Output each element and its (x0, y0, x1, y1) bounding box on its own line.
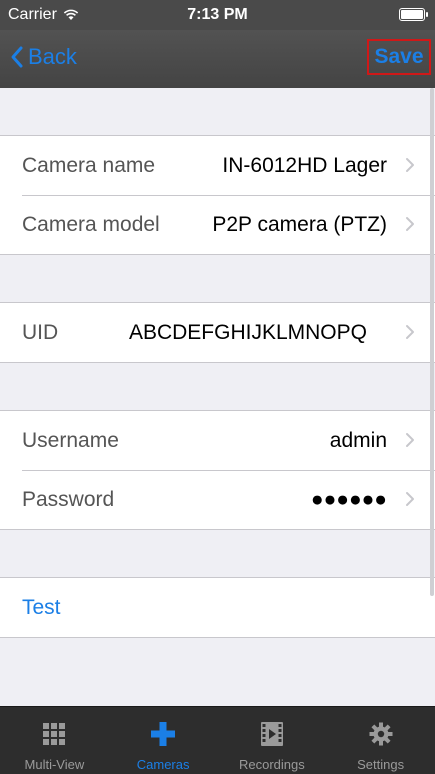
navigation-bar: Back Save (0, 30, 435, 88)
chevron-right-icon (406, 325, 414, 339)
username-label: Username (22, 428, 119, 452)
tab-label: Settings (357, 757, 405, 772)
uid-value: ABCDEFGHIJKLMNOPQ (128, 320, 367, 344)
chevron-right-icon (406, 433, 414, 447)
password-label: Password (22, 487, 115, 511)
chevron-right-icon (406, 492, 414, 506)
chevron-right-icon (406, 217, 414, 231)
credentials-section: Username admin Password ●●●●●● (0, 410, 435, 530)
camera-name-row[interactable]: Camera name IN-6012HD Lager (0, 136, 435, 195)
uid-row[interactable]: UID ABCDEFGHIJKLMNOPQ (0, 303, 435, 362)
password-row[interactable]: Password ●●●●●● (0, 470, 435, 529)
tab-label: Cameras (136, 757, 190, 772)
camera-model-row[interactable]: Camera model P2P camera (PTZ) (0, 195, 435, 254)
status-bar: Carrier 7:13 PM (0, 0, 435, 30)
camera-name-value: IN-6012HD Lager (222, 153, 387, 177)
camera-model-value: P2P camera (PTZ) (212, 212, 387, 236)
tab-bar: Multi-View Cameras Recordings Settings (0, 706, 435, 774)
test-button[interactable]: Test (0, 578, 435, 637)
clock: 7:13 PM (187, 6, 248, 23)
tab-recordings[interactable]: Recordings (218, 707, 327, 774)
tab-label: Recordings (238, 757, 305, 772)
test-label: Test (22, 595, 61, 619)
battery-icon (399, 8, 428, 21)
grid-icon (43, 723, 66, 745)
gear-icon (369, 722, 393, 746)
tab-cameras[interactable]: Cameras (109, 707, 218, 774)
chevron-left-icon (11, 46, 23, 68)
scrollbar[interactable] (430, 88, 434, 596)
back-button[interactable]: Back (10, 42, 77, 72)
username-row[interactable]: Username admin (0, 411, 435, 470)
username-value: admin (329, 428, 387, 452)
tab-settings[interactable]: Settings (326, 707, 435, 774)
back-label: Back (28, 44, 77, 69)
tab-label: Multi-View (24, 757, 85, 772)
plus-icon (151, 722, 176, 746)
uid-section: UID ABCDEFGHIJKLMNOPQ (0, 302, 435, 363)
chevron-right-icon (406, 158, 414, 172)
camera-name-label: Camera name (22, 153, 156, 177)
password-value: ●●●●●● (310, 487, 387, 511)
save-button[interactable]: Save (367, 39, 431, 75)
test-section: Test (0, 577, 435, 638)
tab-multi-view[interactable]: Multi-View (0, 707, 109, 774)
camera-info-section: Camera name IN-6012HD Lager Camera model… (0, 135, 435, 255)
film-icon (260, 722, 283, 746)
save-label: Save (374, 45, 424, 68)
uid-label: UID (22, 320, 59, 344)
camera-model-label: Camera model (22, 212, 160, 236)
